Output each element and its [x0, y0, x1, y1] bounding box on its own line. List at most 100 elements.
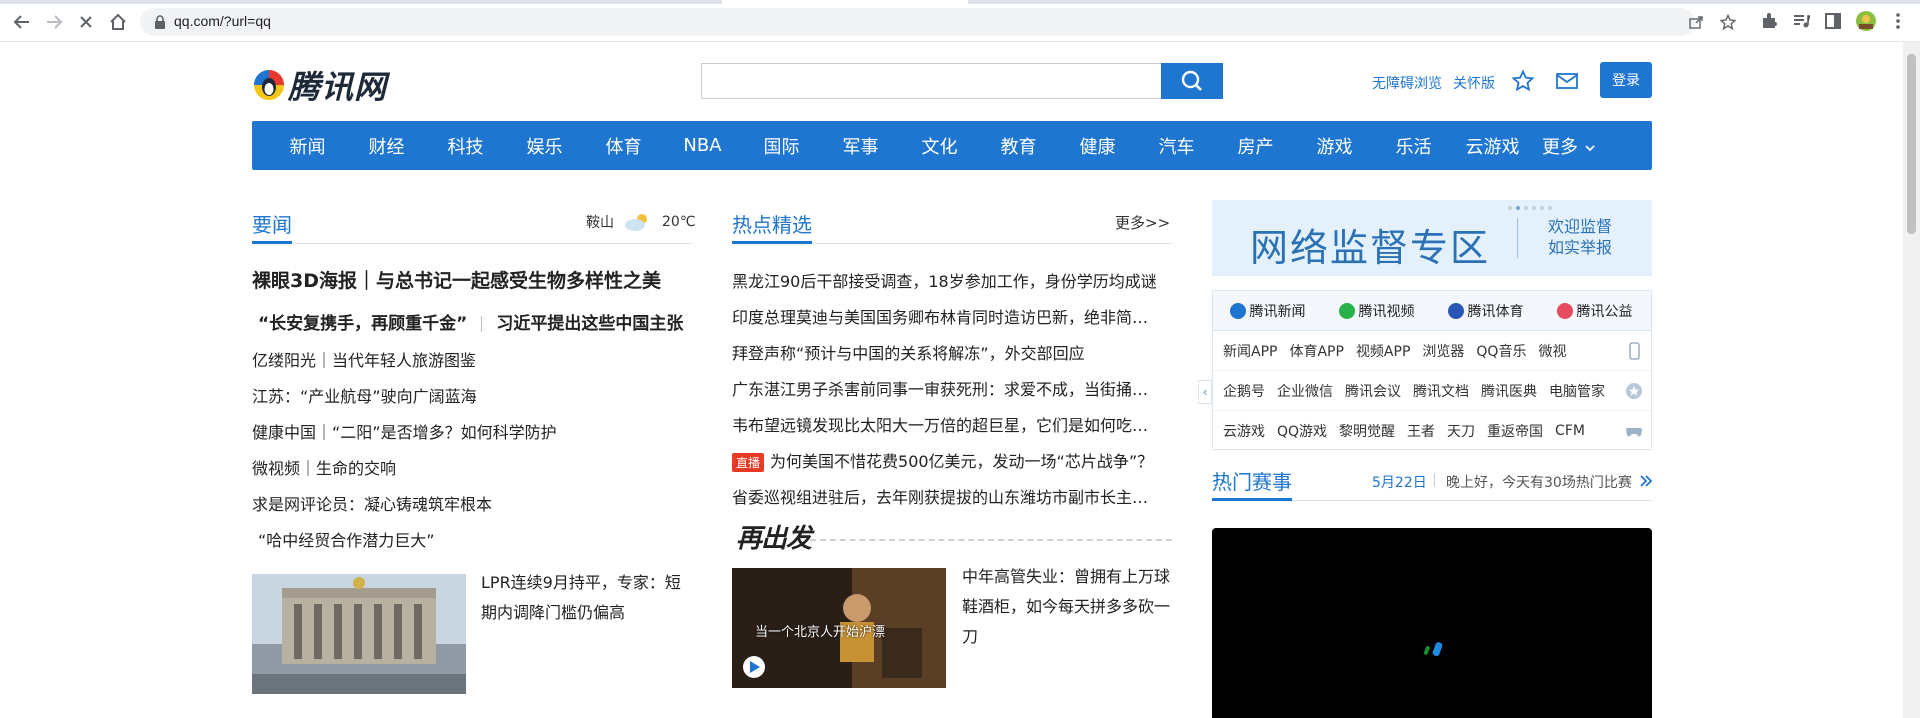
bank-building-photo[interactable] [252, 574, 466, 694]
channel-life[interactable]: 乐活 [1374, 133, 1453, 159]
product-link[interactable]: 企业微信 [1277, 381, 1333, 401]
page-scrollbar[interactable] [1903, 42, 1920, 718]
channel-more[interactable]: 更多 [1542, 133, 1596, 159]
product-link[interactable]: 体育APP [1289, 341, 1343, 361]
share-icon[interactable] [1688, 14, 1704, 30]
channel-finance[interactable]: 财经 [347, 133, 426, 159]
carousel-dots[interactable] [1508, 206, 1556, 210]
section-underline [1212, 498, 1292, 501]
media-control-icon[interactable] [1791, 11, 1811, 31]
news-item[interactable]: 江苏：“产业航母”驶向广阔蓝海 [252, 383, 477, 407]
supervision-banner[interactable]: 网络监督专区 欢迎监督 如实举报 [1212, 200, 1652, 276]
double-chevron-right-icon[interactable] [1638, 473, 1654, 489]
feature-caption[interactable]: LPR连续9月持平，专家：短期内调降门槛仍偏高 [481, 568, 691, 628]
mail-icon[interactable] [1555, 71, 1579, 91]
live-badge: 直播 [732, 453, 765, 472]
product-link[interactable]: 天刀 [1447, 421, 1475, 441]
news-item[interactable]: 健康中国｜“二阳”是否增多？如何科学防护 [252, 419, 557, 443]
product-link[interactable]: 腾讯文档 [1413, 381, 1469, 401]
hot-news-item[interactable]: 广东湛江男子杀害前同事一审获死刑：求爱不成，当街捅被害... [732, 376, 1162, 400]
home-icon[interactable] [106, 10, 130, 34]
channel-world[interactable]: 国际 [742, 133, 821, 159]
prev-arrow-icon[interactable]: ‹ [1198, 380, 1212, 404]
address-bar[interactable]: qq.com/?url=qq [140, 8, 1736, 36]
search-button[interactable] [1161, 63, 1223, 99]
channel-culture[interactable]: 文化 [900, 133, 979, 159]
news-item[interactable]: 微视频｜生命的交响 [252, 455, 396, 479]
video-caption[interactable]: 中年高管失业：曾拥有上万球鞋酒柜，如今每天拼多多砍一刀 [962, 562, 1174, 652]
stop-loading-icon[interactable] [74, 10, 98, 34]
news-item[interactable]: 亿缕阳光｜当代年轻人旅游图鉴 [252, 347, 476, 371]
channel-cloudgame[interactable]: 云游戏 [1453, 133, 1532, 159]
channel-health[interactable]: 健康 [1058, 133, 1137, 159]
channel-military[interactable]: 军事 [821, 133, 900, 159]
favorite-star-icon[interactable] [1511, 69, 1535, 93]
hot-news-item[interactable]: 韦布望远镜发现比太阳大一万倍的超巨星，它们是如何吃这么... [732, 412, 1162, 436]
hot-events-title[interactable]: 热门赛事 [1212, 466, 1292, 495]
channel-ent[interactable]: 娱乐 [505, 133, 584, 159]
product-link[interactable]: 微视 [1538, 341, 1566, 361]
channel-auto[interactable]: 汽车 [1137, 133, 1216, 159]
product-link[interactable]: 腾讯会议 [1345, 381, 1401, 401]
login-button[interactable]: 登录 [1600, 62, 1652, 98]
headline-sub-left[interactable]: “长安复携手，再顾重千金” [258, 314, 467, 334]
tab-tencent-video[interactable]: 腾讯视频 [1322, 291, 1431, 330]
product-link[interactable]: QQ游戏 [1277, 421, 1327, 441]
news-item[interactable]: “哈中经贸合作潜力巨大” [258, 527, 435, 551]
hot-news-item[interactable]: 印度总理莫迪与美国国务卿布林肯同时造访巴新，绝非简单的... [732, 304, 1162, 328]
product-link[interactable]: 云游戏 [1223, 421, 1265, 441]
weather-widget[interactable]: 鞍山 20℃ [586, 212, 696, 232]
channel-games[interactable]: 游戏 [1295, 133, 1374, 159]
tab-tencent-news[interactable]: 腾讯新闻 [1213, 291, 1322, 330]
product-link[interactable]: 浏览器 [1422, 341, 1464, 361]
tab-tencent-sports[interactable]: 腾讯体育 [1431, 291, 1540, 330]
back-icon[interactable] [10, 10, 34, 34]
headline-sub-right[interactable]: 习近平提出这些中国主张 [496, 314, 683, 334]
search-input[interactable] [702, 64, 1161, 98]
profile-avatar[interactable] [1855, 10, 1877, 32]
product-link[interactable]: 新闻APP [1223, 341, 1277, 361]
mobile-icon[interactable] [1625, 342, 1643, 360]
channel-sports[interactable]: 体育 [584, 133, 663, 159]
hot-news-item[interactable]: 省委巡视组进驻后，去年刚获提拔的山东潍坊市副市长主动投案... [732, 484, 1162, 508]
lock-icon[interactable] [152, 14, 168, 30]
channel-news[interactable]: 新闻 [268, 133, 347, 159]
active-tab[interactable] [722, 0, 968, 4]
gamepad-icon[interactable] [1625, 422, 1643, 440]
hot-news-live-item[interactable]: 直播 为何美国不惜花费500亿美元，发动一场“芯片战争”？ [732, 448, 1162, 472]
side-panel-icon[interactable] [1823, 11, 1843, 31]
product-link[interactable]: 王者 [1407, 421, 1435, 441]
product-link[interactable]: 企鹅号 [1223, 381, 1265, 401]
channel-edu[interactable]: 教育 [979, 133, 1058, 159]
accessibility-link[interactable]: 无障碍浏览 [1372, 73, 1442, 93]
channel-house[interactable]: 房产 [1216, 133, 1295, 159]
site-logo[interactable]: 腾讯网 [252, 62, 387, 108]
news-item[interactable]: 求是网评论员：凝心铸魂筑牢根本 [252, 491, 492, 515]
section-title-yaowen[interactable]: 要闻 [252, 209, 292, 238]
tab-tencent-charity[interactable]: 腾讯公益 [1540, 291, 1649, 330]
star-circle-icon[interactable] [1625, 382, 1643, 400]
extensions-icon[interactable] [1759, 11, 1779, 31]
browser-menu-icon[interactable] [1888, 11, 1908, 31]
product-link[interactable]: CFM [1555, 423, 1585, 439]
product-link[interactable]: 重返帝国 [1487, 421, 1543, 441]
product-link[interactable]: 黎明觉醒 [1339, 421, 1395, 441]
url-text[interactable]: qq.com/?url=qq [174, 13, 271, 29]
product-link[interactable]: 电脑管家 [1549, 381, 1605, 401]
product-link[interactable]: 视频APP [1356, 341, 1410, 361]
product-link[interactable]: QQ音乐 [1476, 341, 1526, 361]
tab-label: 腾讯体育 [1467, 303, 1524, 320]
top-headline[interactable]: 裸眼3D海报｜与总书记一起感受生物多样性之美 [252, 266, 661, 293]
forward-icon[interactable] [42, 10, 66, 34]
hot-news-item[interactable]: 黑龙江90后干部接受调查，18岁参加工作，身份学历均成谜 [732, 268, 1162, 292]
section-title-hot[interactable]: 热点精选 [732, 209, 812, 238]
live-video-player[interactable] [1212, 528, 1652, 718]
hot-news-item[interactable]: 拜登声称“预计与中国的关系将解冻”，外交部回应 [732, 340, 1162, 364]
channel-nba[interactable]: NBA [663, 135, 742, 156]
scrollbar-thumb[interactable] [1907, 54, 1916, 234]
care-mode-link[interactable]: 关怀版 [1453, 73, 1495, 93]
channel-tech[interactable]: 科技 [426, 133, 505, 159]
product-link[interactable]: 腾讯医典 [1481, 381, 1537, 401]
hot-more-link[interactable]: 更多>> [1115, 212, 1170, 233]
bookmark-star-icon[interactable] [1720, 14, 1736, 30]
